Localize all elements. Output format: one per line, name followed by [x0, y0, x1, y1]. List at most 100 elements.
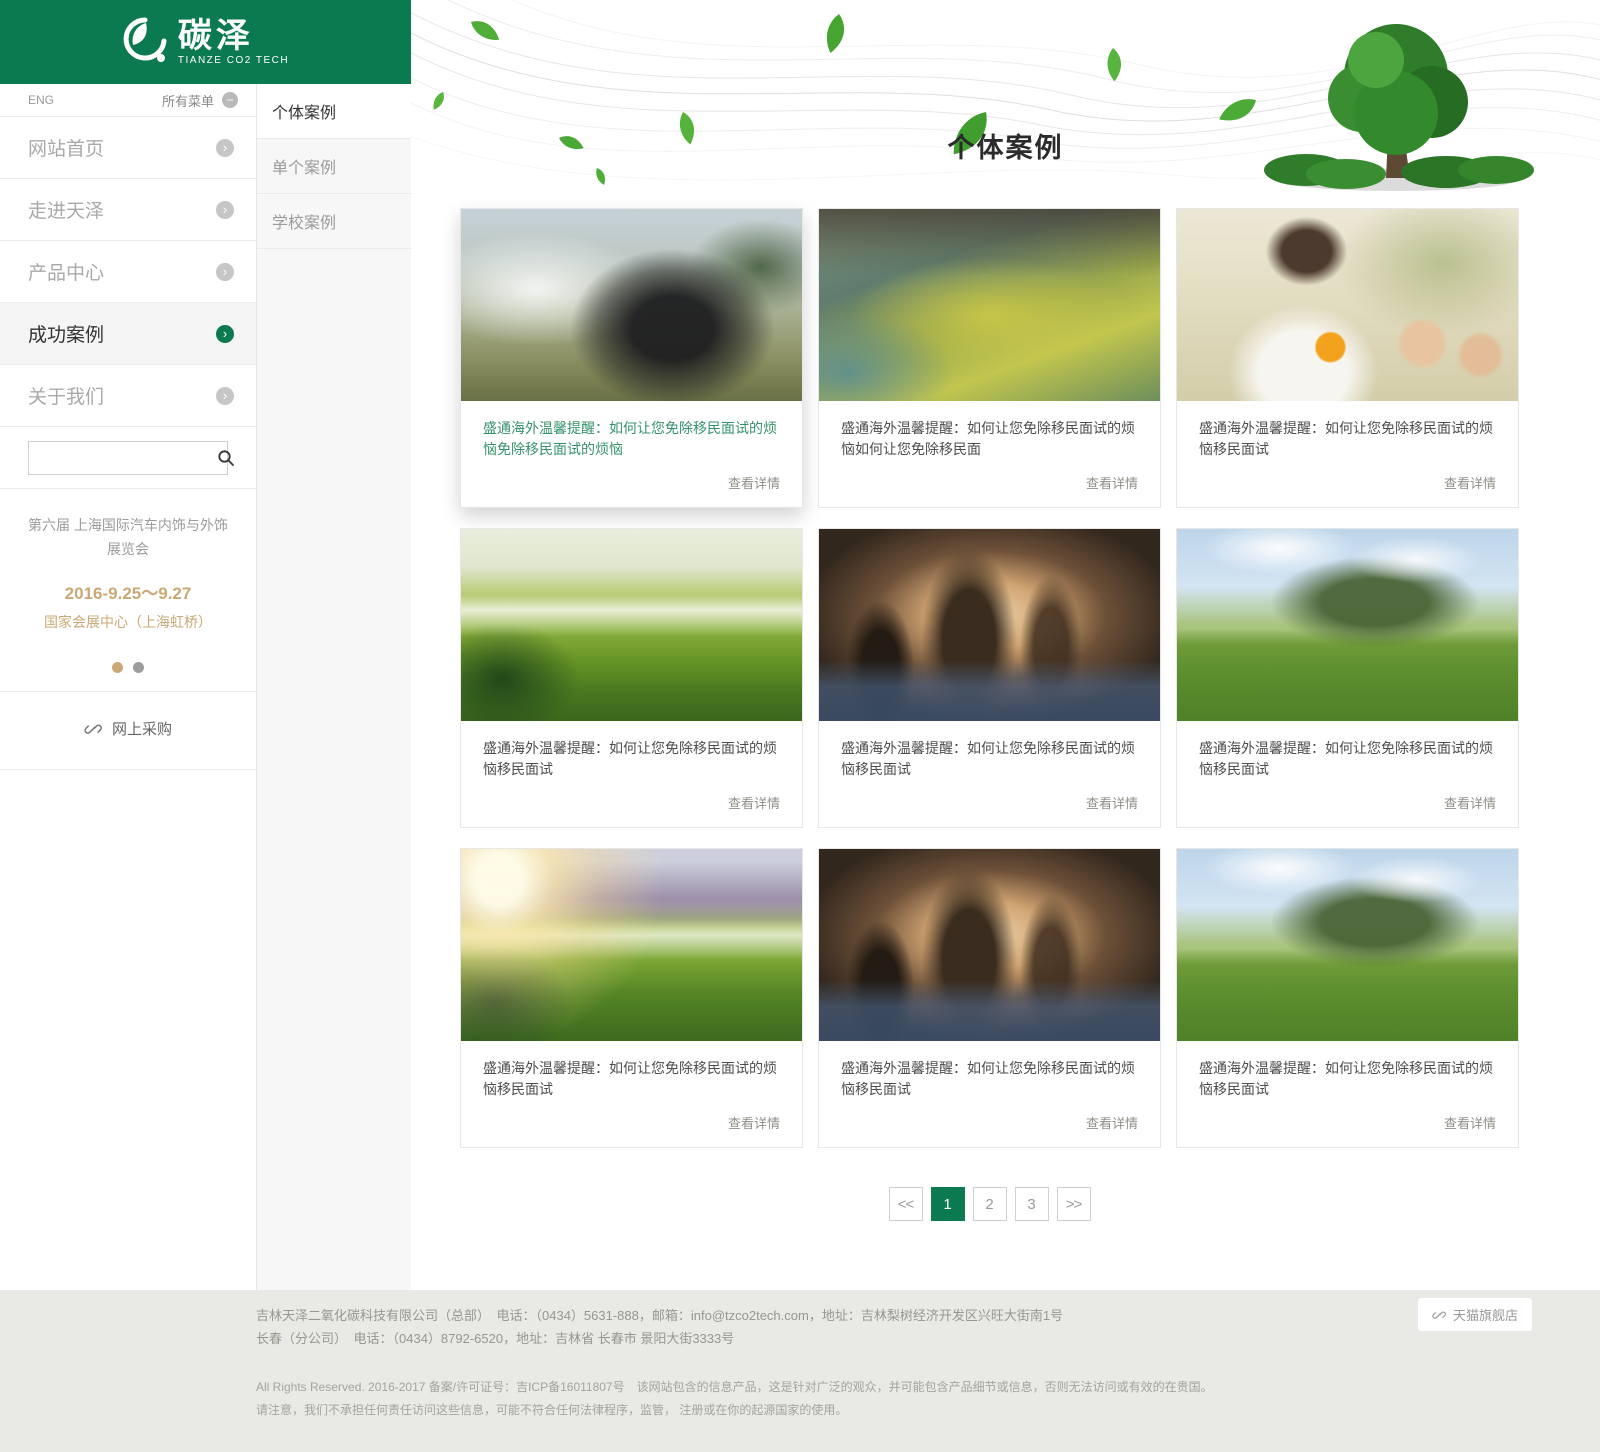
- sidebar: ENG 所有菜单 − 网站首页 › 走进天泽 › 产品中心 › 成功案例 › 关…: [0, 84, 256, 770]
- online-purchase-label: 网上采购: [112, 718, 172, 739]
- submenu-label: 个体案例: [272, 99, 336, 123]
- card-image-sunrise-hills: [461, 849, 802, 1041]
- card-image-boy-in-field: [461, 209, 802, 401]
- nav-label: 走进天泽: [28, 196, 104, 223]
- pagination-page-2[interactable]: 2: [973, 1187, 1007, 1221]
- card-title-link[interactable]: 盛通海外温馨提醒：如何让您免除移民面试的烦恼移民面试: [1199, 738, 1496, 780]
- footer-legal-line1: All Rights Reserved. 2016-2017 备案/许可证号：吉…: [256, 1376, 1356, 1399]
- event-date: 2016-9.25～9.27: [14, 579, 242, 604]
- lang-switch-link[interactable]: ENG: [28, 93, 54, 107]
- card-title-link[interactable]: 盛通海外温馨提醒：如何让您免除移民面试的烦恼移民面试: [1199, 1058, 1496, 1100]
- card-image-chess-pieces: [819, 849, 1160, 1041]
- footer-company-info-line2: 长春（分公司） 电话：（0434）8792-6520，地址：吉林省 长春市 景阳…: [256, 1327, 1356, 1350]
- pagination-page-1[interactable]: 1: [931, 1187, 965, 1221]
- view-details-link[interactable]: 查看详情: [841, 793, 1138, 812]
- search-icon: [217, 449, 235, 467]
- submenu-item-school-cases[interactable]: 学校案例: [257, 194, 411, 249]
- link-chain-icon: [84, 720, 102, 738]
- sidebar-item-about-us[interactable]: 关于我们 ›: [0, 365, 256, 427]
- event-carousel: 第六届 上海国际汽车内饰与外饰 展览会 2016-9.25～9.27 国家会展中…: [0, 489, 256, 692]
- sidebar-item-success-cases[interactable]: 成功案例 ›: [0, 303, 256, 365]
- view-details-link[interactable]: 查看详情: [483, 1113, 780, 1132]
- case-card[interactable]: 盛通海外温馨提醒：如何让您免除移民面试的烦恼移民面试 查看详情: [818, 528, 1161, 828]
- sidebar-item-products[interactable]: 产品中心 ›: [0, 241, 256, 303]
- case-card-grid: 盛通海外温馨提醒：如何让您免除移民面试的烦恼免除移民面试的烦恼 查看详情 盛通海…: [460, 208, 1519, 1148]
- submenu-item-individual-cases[interactable]: 个体案例: [257, 84, 411, 139]
- card-title-link[interactable]: 盛通海外温馨提醒：如何让您免除移民面试的烦恼移民面试: [483, 1058, 780, 1100]
- chevron-right-icon: ›: [216, 263, 234, 281]
- case-card[interactable]: 盛通海外温馨提醒：如何让您免除移民面试的烦恼移民面试 查看详情: [1176, 528, 1519, 828]
- chevron-right-icon: ›: [216, 387, 234, 405]
- nav-label: 关于我们: [28, 382, 104, 409]
- carousel-dot[interactable]: [133, 662, 144, 673]
- page-title: 个体案例: [411, 126, 1600, 165]
- logo-header: 碳泽 TIANZE CO2 TECH: [0, 0, 411, 84]
- card-image-family-with-juice: [1177, 209, 1518, 401]
- brand-name: 碳泽: [178, 19, 289, 53]
- search-button[interactable]: [217, 442, 235, 474]
- card-title-link[interactable]: 盛通海外温馨提醒：如何让您免除移民面试的烦恼移民面试: [483, 738, 780, 780]
- card-title-link[interactable]: 盛通海外温馨提醒：如何让您免除移民面试的烦恼移民面试: [841, 738, 1138, 780]
- chevron-right-icon: ›: [216, 325, 234, 343]
- nav-label: 产品中心: [28, 258, 104, 285]
- online-purchase-link[interactable]: 网上采购: [0, 692, 256, 770]
- main-content: 个体案例 盛通海外温馨提醒：如何让您免除移民面试的烦恼免除移民面试的烦恼 查看详…: [411, 0, 1600, 1290]
- case-card[interactable]: 盛通海外温馨提醒：如何让您免除移民面试的烦恼如何让您免除移民面 查看详情: [818, 208, 1161, 508]
- event-venue: 国家会展中心（上海虹桥）: [14, 612, 242, 632]
- search-input[interactable]: [29, 443, 217, 473]
- collapse-menu-icon[interactable]: −: [222, 92, 238, 108]
- case-card[interactable]: 盛通海外温馨提醒：如何让您免除移民面试的烦恼移民面试 查看详情: [1176, 208, 1519, 508]
- case-card[interactable]: 盛通海外温馨提醒：如何让您免除移民面试的烦恼移民面试 查看详情: [818, 848, 1161, 1148]
- leaf-logo-icon: [122, 17, 168, 67]
- nav-label: 网站首页: [28, 134, 104, 161]
- card-title-link[interactable]: 盛通海外温馨提醒：如何让您免除移民面试的烦恼如何让您免除移民面: [841, 418, 1138, 460]
- footer: 吉林天泽二氧化碳科技有限公司（总部） 电话：（0434）5631-888，邮箱：…: [0, 1290, 1600, 1452]
- carousel-dot-active[interactable]: [112, 662, 123, 673]
- pagination-next-button[interactable]: >>: [1057, 1187, 1091, 1221]
- card-image-terraced-fields: [819, 209, 1160, 401]
- event-title-line1: 第六届 上海国际汽车内饰与外饰: [14, 513, 242, 537]
- banner: 个体案例: [411, 0, 1600, 208]
- case-card[interactable]: 盛通海外温馨提醒：如何让您免除移民面试的烦恼免除移民面试的烦恼 查看详情: [460, 208, 803, 508]
- view-details-link[interactable]: 查看详情: [483, 473, 780, 492]
- card-image-green-hills: [461, 529, 802, 721]
- nav-label: 成功案例: [28, 320, 104, 347]
- view-details-link[interactable]: 查看详情: [841, 1113, 1138, 1132]
- submenu-label: 单个案例: [272, 154, 336, 178]
- case-card[interactable]: 盛通海外温馨提醒：如何让您免除移民面试的烦恼移民面试 查看详情: [1176, 848, 1519, 1148]
- card-title-link[interactable]: 盛通海外温馨提醒：如何让您免除移民面试的烦恼移民面试: [1199, 418, 1496, 460]
- case-card[interactable]: 盛通海外温馨提醒：如何让您免除移民面试的烦恼移民面试 查看详情: [460, 528, 803, 828]
- brand-tagline: TIANZE CO2 TECH: [178, 55, 289, 66]
- link-chain-icon: [1432, 1308, 1446, 1322]
- chevron-right-icon: ›: [216, 201, 234, 219]
- tmall-store-button[interactable]: 天猫旗舰店: [1418, 1298, 1532, 1331]
- event-title-line2: 展览会: [14, 537, 242, 561]
- view-details-link[interactable]: 查看详情: [1199, 1113, 1496, 1132]
- card-title-link[interactable]: 盛通海外温馨提醒：如何让您免除移民面试的烦恼移民面试: [841, 1058, 1138, 1100]
- view-details-link[interactable]: 查看详情: [483, 793, 780, 812]
- card-image-chess-pieces: [819, 529, 1160, 721]
- chevron-right-icon: ›: [216, 139, 234, 157]
- footer-legal-line2: 请注意，我们不承担任何责任访问这些信息，可能不符合任何法律程序，监管， 注册或在…: [256, 1399, 1356, 1422]
- view-details-link[interactable]: 查看详情: [1199, 793, 1496, 812]
- card-image-mountain-lake: [1177, 529, 1518, 721]
- case-card[interactable]: 盛通海外温馨提醒：如何让您免除移民面试的烦恼移民面试 查看详情: [460, 848, 803, 1148]
- search-section: [0, 427, 256, 489]
- view-details-link[interactable]: 查看详情: [841, 473, 1138, 492]
- sidebar-item-home[interactable]: 网站首页 ›: [0, 117, 256, 179]
- sidebar-item-about-tianze[interactable]: 走进天泽 ›: [0, 179, 256, 241]
- pagination-prev-button[interactable]: <<: [889, 1187, 923, 1221]
- footer-company-info-line1: 吉林天泽二氧化碳科技有限公司（总部） 电话：（0434）5631-888，邮箱：…: [256, 1304, 1356, 1327]
- all-menu-label[interactable]: 所有菜单: [162, 91, 214, 110]
- submenu-item-single-cases[interactable]: 单个案例: [257, 139, 411, 194]
- banner-decoration: [411, 0, 1600, 208]
- view-details-link[interactable]: 查看详情: [1199, 473, 1496, 492]
- pagination-page-3[interactable]: 3: [1015, 1187, 1049, 1221]
- card-title-link[interactable]: 盛通海外温馨提醒：如何让您免除移民面试的烦恼免除移民面试的烦恼: [483, 418, 780, 460]
- submenu-column: 个体案例 单个案例 学校案例: [256, 84, 411, 1290]
- pagination: << 1 2 3 >>: [460, 1187, 1519, 1221]
- card-image-mountain-lake: [1177, 849, 1518, 1041]
- submenu-label: 学校案例: [272, 209, 336, 233]
- topbar-row: ENG 所有菜单 −: [0, 84, 256, 117]
- tmall-store-label: 天猫旗舰店: [1453, 1305, 1518, 1324]
